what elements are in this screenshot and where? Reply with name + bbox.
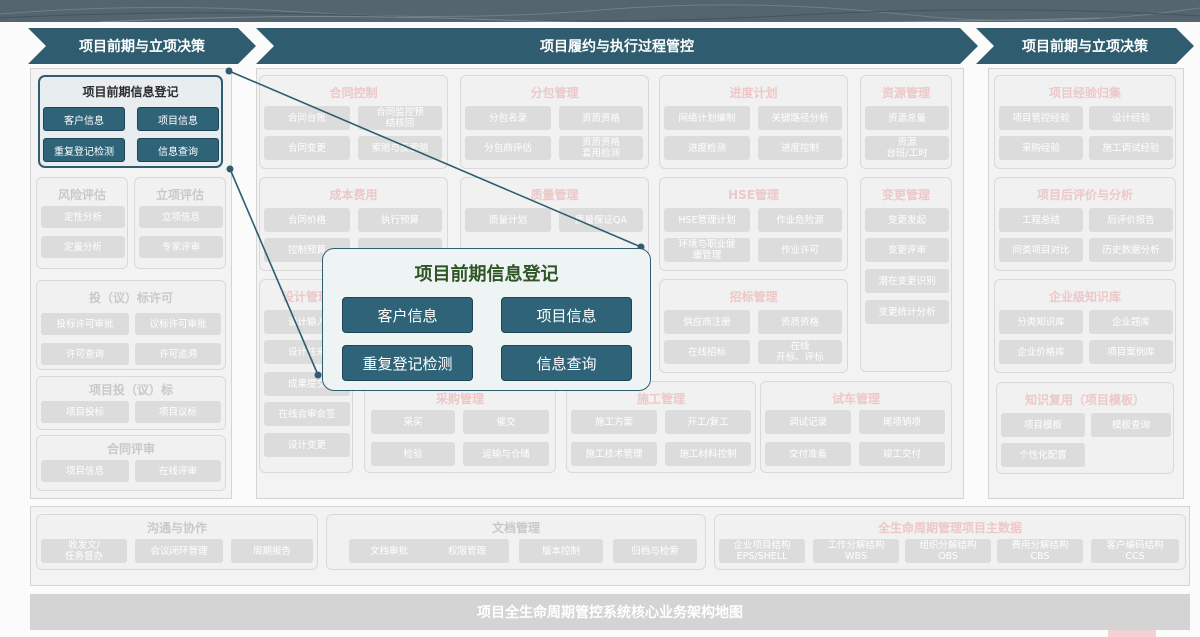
popup-customer-info-button[interactable]: 客户信息 <box>342 297 473 333</box>
architecture-map: 项目前期与立项决策 项目履约与执行过程管控 项目前期与立项决策 风险评估 定性分析… <box>0 0 1200 637</box>
zoom-popup-initial-registration: 项目前期信息登记 客户信息 项目信息 重复登记检测 信息查询 <box>322 248 651 391</box>
popup-duplicate-check-button[interactable]: 重复登记检测 <box>342 345 473 381</box>
popup-info-query-button[interactable]: 信息查询 <box>501 345 632 381</box>
popup-title: 项目前期信息登记 <box>414 264 559 285</box>
popup-project-info-button[interactable]: 项目信息 <box>501 297 632 333</box>
